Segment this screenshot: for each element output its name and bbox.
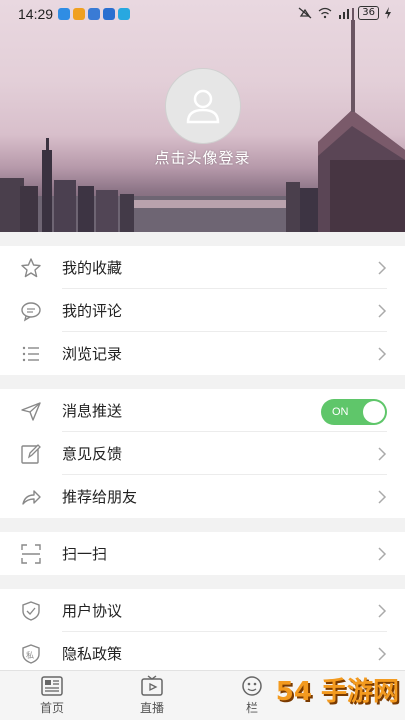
bottom-tab-bar: 首页 直播 栏 54 手游网	[0, 670, 405, 720]
login-prompt[interactable]: 点击头像登录	[0, 147, 405, 168]
status-right: 36	[298, 6, 391, 20]
menu-item-label: 隐私政策	[62, 645, 123, 663]
edit-icon	[21, 444, 41, 464]
app-notification-icon	[118, 8, 130, 20]
chevron-right-icon	[378, 304, 387, 318]
menu-item-label: 意见反馈	[62, 445, 123, 463]
app-notification-icon	[88, 8, 100, 20]
menu-item-feedback[interactable]: 意见反馈	[0, 432, 405, 475]
avatar[interactable]	[165, 68, 241, 144]
menu-item-push-notifications: 消息推送 ON	[0, 389, 405, 432]
menu-item-comments[interactable]: 我的评论	[0, 289, 405, 332]
live-icon	[141, 675, 163, 696]
menu-group-settings: 消息推送 ON 意见反馈 推荐给朋友	[0, 389, 405, 518]
watermark-logo: 54 手游网	[235, 648, 405, 720]
tab-label: 首页	[39, 701, 64, 715]
svg-text:私: 私	[26, 651, 34, 660]
menu-item-label: 浏览记录	[62, 345, 123, 363]
battery-indicator: 36	[358, 6, 379, 20]
privacy-icon: 私	[22, 644, 40, 664]
share-icon	[22, 490, 41, 505]
news-icon	[41, 676, 63, 696]
comment-icon	[21, 302, 41, 322]
menu-item-user-agreement[interactable]: 用户协议	[0, 589, 405, 632]
menu-item-favorites[interactable]: 我的收藏	[0, 246, 405, 289]
wifi-icon	[318, 7, 332, 19]
mute-icon	[298, 7, 312, 19]
send-icon	[21, 402, 41, 421]
star-icon	[21, 258, 41, 278]
user-icon	[186, 89, 220, 124]
menu-item-label: 我的评论	[62, 302, 123, 320]
menu-item-scan[interactable]: 扫一扫	[0, 532, 405, 575]
status-bar: 14:29 36	[0, 0, 405, 28]
chevron-right-icon	[378, 447, 387, 461]
toggle-knob	[363, 401, 385, 423]
watermark-text: 54 手游网	[275, 677, 399, 707]
notification-icons	[58, 8, 130, 20]
list-icon	[22, 346, 39, 362]
chevron-right-icon	[378, 347, 387, 361]
scan-icon	[21, 544, 41, 564]
app-notification-icon	[103, 8, 115, 20]
menu-item-label: 我的收藏	[62, 259, 123, 277]
charging-icon	[385, 7, 391, 19]
menu-item-label: 消息推送	[62, 402, 123, 420]
menu-item-label: 推荐给朋友	[62, 488, 138, 506]
menu-group-personal: 我的收藏 我的评论 浏览记录	[0, 246, 405, 375]
shield-icon	[22, 601, 40, 621]
status-time: 14:29	[18, 6, 54, 22]
chevron-right-icon	[378, 547, 387, 561]
signal-icon	[339, 9, 350, 19]
tab-live[interactable]: 直播	[122, 675, 182, 716]
app-notification-icon	[58, 8, 70, 20]
tab-label: 直播	[139, 701, 164, 715]
chevron-right-icon	[378, 490, 387, 504]
toggle-state-label: ON	[332, 406, 349, 418]
menu-item-label: 用户协议	[62, 602, 123, 620]
chevron-right-icon	[378, 604, 387, 618]
profile-header: 14:29 36 点击头像登录	[0, 0, 405, 232]
chevron-right-icon	[378, 261, 387, 275]
menu-group-scan: 扫一扫	[0, 532, 405, 575]
app-notification-icon	[73, 8, 85, 20]
push-notification-toggle[interactable]: ON	[321, 399, 387, 425]
menu-item-label: 扫一扫	[62, 545, 108, 563]
tab-home[interactable]: 首页	[22, 675, 82, 716]
menu-item-recommend[interactable]: 推荐给朋友	[0, 475, 405, 518]
menu-item-history[interactable]: 浏览记录	[0, 332, 405, 375]
